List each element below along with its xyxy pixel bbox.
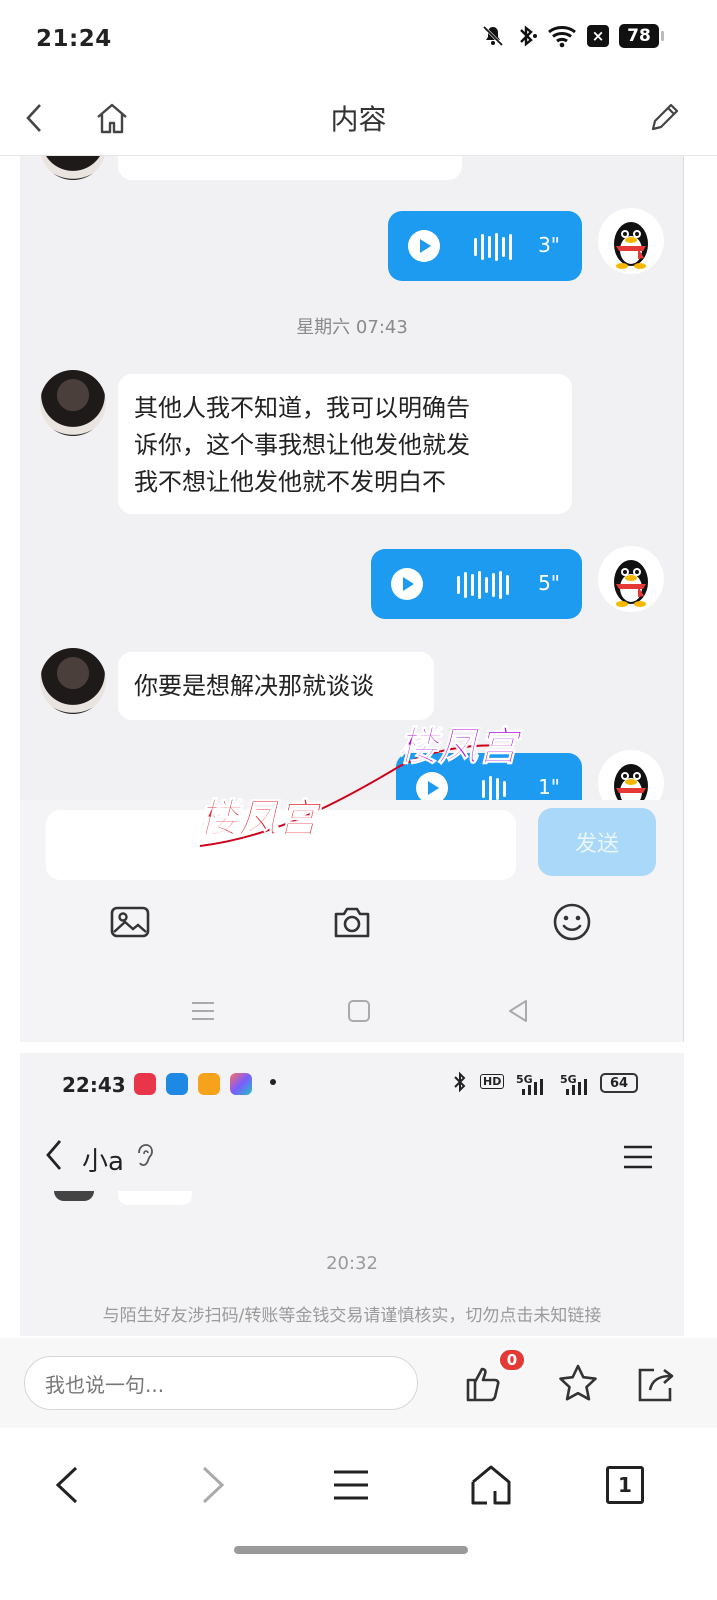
pencil-icon <box>651 103 679 131</box>
chat-screenshot-1: 3" 星期六 07:43 其他人我不知道，我可以明确告 诉你，这个事我想让他发他… <box>20 156 684 1042</box>
comment-input[interactable]: 我也说一句... <box>24 1356 418 1410</box>
recents-nav-icon[interactable] <box>188 996 218 1026</box>
avatar <box>40 370 106 436</box>
status-bar: 21:24 × 78 <box>0 0 717 80</box>
forward-arrow-icon[interactable] <box>186 1460 236 1510</box>
edit-button[interactable] <box>642 96 686 140</box>
avatar-qq <box>598 208 664 274</box>
message-list: 3" 星期六 07:43 其他人我不知道，我可以明确告 诉你，这个事我想让他发他… <box>20 156 683 800</box>
bluetooth-icon <box>515 24 537 48</box>
battery-icon: 64 <box>600 1073 638 1093</box>
svg-text:楼凤宫: 楼凤宫 <box>198 796 323 842</box>
thumbs-up-icon[interactable] <box>462 1362 506 1406</box>
home-icon[interactable] <box>466 1460 516 1510</box>
message-bubble-cut <box>118 1191 192 1205</box>
penguin-icon <box>614 222 648 269</box>
music-app-icon <box>134 1073 156 1095</box>
signal-icon <box>522 1079 543 1095</box>
safety-warning: 与陌生好友涉扫码/转账等金钱交易请谨慎核实，切勿点击未知链接 <box>102 1306 602 1326</box>
voice-duration: 1" <box>538 775 560 799</box>
svg-text:楼凤宫: 楼凤宫 <box>398 724 523 770</box>
message-line: 诉你，这个事我想让他发他就发 <box>134 431 470 459</box>
ear-icon <box>138 1144 153 1166</box>
mute-bell-icon <box>481 24 505 48</box>
battery-icon: 78 <box>619 24 664 48</box>
status-time: 22:43 <box>62 1073 126 1097</box>
status-icons: × 78 <box>481 24 664 48</box>
comment-bar: 我也说一句... 0 <box>0 1338 717 1428</box>
emoji-icon[interactable] <box>550 900 594 944</box>
avatar-cut <box>54 1191 94 1201</box>
send-button[interactable]: 发送 <box>538 808 656 876</box>
browser-toolbar: 1 <box>0 1428 717 1600</box>
tabs-button[interactable]: 1 <box>606 1466 644 1504</box>
back-nav-icon[interactable] <box>504 996 534 1026</box>
waveform-icon <box>457 571 509 599</box>
hd-badge: HD <box>480 1074 505 1089</box>
camera-icon[interactable] <box>330 900 374 944</box>
watermark-logo: 楼凤宫 楼凤宫 <box>198 724 523 847</box>
page-title: 内容 <box>330 103 387 136</box>
timestamp: 星期六 07:43 <box>296 317 408 338</box>
penguin-icon <box>614 764 648 800</box>
notification-dot <box>270 1079 276 1085</box>
home-nav-icon[interactable] <box>344 996 374 1026</box>
message-bubble: 其他人我不知道，我可以明确告 诉你，这个事我想让他发他就发 我不想让他发他就不发… <box>118 374 572 514</box>
avatar-qq <box>598 750 664 800</box>
voice-duration: 3" <box>538 233 560 257</box>
message-bubble-cut <box>118 156 462 180</box>
photos-app-icon <box>230 1073 252 1095</box>
bluetooth-icon <box>454 1071 466 1093</box>
chat-header: 小a <box>20 1123 684 1193</box>
message-line: 其他人我不知道，我可以明确告 <box>134 394 470 422</box>
cloud-app-icon <box>166 1073 188 1095</box>
chat-title: 小a <box>82 1147 124 1177</box>
x-app-icon: × <box>587 25 609 47</box>
gesture-bar <box>234 1546 468 1554</box>
waveform-icon <box>474 233 512 261</box>
chevron-left-icon[interactable] <box>42 1137 66 1173</box>
message-line: 你要是想解决那就谈谈 <box>134 672 374 700</box>
play-icon <box>408 230 440 262</box>
voice-bubble[interactable]: 3" <box>388 211 582 281</box>
menu-icon[interactable] <box>326 1460 376 1510</box>
timestamp: 20:32 <box>326 1253 378 1274</box>
back-arrow-icon[interactable] <box>44 1460 94 1510</box>
avatar <box>40 648 106 714</box>
like-count-badge: 0 <box>498 1348 526 1372</box>
status-time: 21:24 <box>36 26 112 52</box>
play-icon <box>391 568 423 600</box>
wifi-icon <box>547 24 577 48</box>
image-icon[interactable] <box>108 900 152 944</box>
voice-duration: 5" <box>538 571 560 595</box>
star-icon[interactable] <box>556 1362 600 1406</box>
avatar <box>40 156 106 180</box>
signal-icon <box>566 1079 587 1095</box>
top-nav: 内容 <box>0 80 717 156</box>
penguin-icon <box>614 560 648 607</box>
avatar-qq <box>598 546 664 612</box>
menu-icon[interactable] <box>622 1143 654 1171</box>
game-app-icon <box>198 1073 220 1095</box>
chat-screenshot-2: 22:43 HD 5G 5G 64 小a 20:32 与陌生好友涉扫码/转账等金… <box>20 1053 684 1336</box>
message-line: 我不想让他发他就不发明白不 <box>134 468 446 496</box>
voice-bubble[interactable]: 5" <box>371 549 582 619</box>
share-icon[interactable] <box>634 1362 678 1406</box>
message-bubble: 你要是想解决那就谈谈 <box>118 652 434 720</box>
